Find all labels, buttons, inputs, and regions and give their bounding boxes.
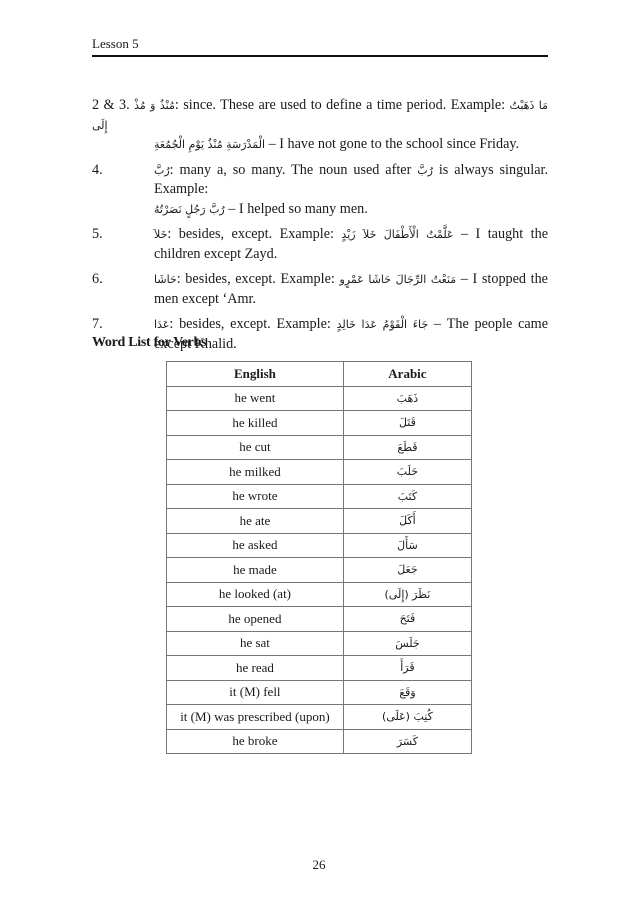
english-cell: he opened xyxy=(166,606,344,632)
arabic-term-inline: رُبَّ xyxy=(417,163,433,177)
arabic-cell: فَتَحَ xyxy=(342,606,473,632)
table-row: he killed قَتَلَ xyxy=(166,410,473,436)
english-cell: he ate xyxy=(166,508,344,534)
table-row: he asked سَأَلَ xyxy=(166,532,473,558)
item-text: : besides, except. Example: xyxy=(169,316,337,332)
item-text: : many a, so many. The noun used after xyxy=(169,161,418,178)
english-cell: it (M) was prescribed (upon) xyxy=(166,704,344,730)
table-header-row: English Arabic xyxy=(166,361,473,387)
english-cell: he asked xyxy=(166,532,344,558)
translation: – I helped so many men. xyxy=(224,200,368,217)
arabic-example: جَاءَ الْقَوْمُ عَدَا خَالِدٍ xyxy=(336,318,429,331)
arabic-cell: نَظَرَ (إِلَى) xyxy=(342,581,473,607)
translation: – I have not gone to the school since Fr… xyxy=(265,136,520,152)
list-item: 2 & 3. مُنْذُ وَ مُذْ: since. These are … xyxy=(92,96,548,155)
arabic-term: خَلاَ xyxy=(154,228,168,241)
arabic-cell: قَتَلَ xyxy=(342,410,473,436)
arabic-cell: كُتِبَ (عَلَى) xyxy=(342,704,473,730)
table-row: it (M) was prescribed (upon) كُتِبَ (عَلَ… xyxy=(166,704,473,730)
english-cell: he milked xyxy=(166,459,344,485)
table-row: he opened فَتَحَ xyxy=(166,606,473,632)
arabic-cell: أَكَلَ xyxy=(342,508,473,534)
english-cell: he read xyxy=(166,655,344,681)
item-text: : since. These are used to define a time… xyxy=(174,97,510,113)
table-row: he made جَعَلَ xyxy=(166,557,473,583)
table-row: he cut قَطَعَ xyxy=(166,434,473,460)
arabic-example: مَنَعْتُ الرِّجَالَ حَاشَا عَمْرٍو xyxy=(339,273,457,286)
table-row: he went ذَهَبَ xyxy=(166,385,473,411)
list-item: 5. خَلاَ: besides, except. Example: عَلَ… xyxy=(92,225,548,264)
arabic-example: عَلَّمْتُ الْأَطْفَالَ خَلاَ زَيْدٍ xyxy=(341,228,454,241)
item-number: 7. xyxy=(92,316,103,332)
arabic-cell: كَتَبَ xyxy=(342,483,473,509)
arabic-term: رُبَّ xyxy=(154,163,170,177)
table-row: he looked (at) نَظَرَ (إِلَى) xyxy=(166,581,473,607)
item-text: : besides, except. Example: xyxy=(176,271,340,287)
arabic-cell: سَأَلَ xyxy=(342,532,473,558)
item-number: 4. xyxy=(92,161,103,178)
arabic-cell: جَلَسَ xyxy=(342,630,473,656)
table-row: he milked حَلَبَ xyxy=(166,459,473,485)
english-cell: he cut xyxy=(166,434,344,460)
english-cell: he broke xyxy=(166,728,344,754)
arabic-example: الْمَدْرَسَةِ مُنْذُ يَوْمِ الْجُمُعَةِ xyxy=(154,138,266,151)
english-cell: he killed xyxy=(166,410,344,436)
arabic-cell: كَسَرَ xyxy=(342,728,473,754)
arabic-cell: قَرَأَ xyxy=(342,655,473,681)
table-row: he ate أَكَلَ xyxy=(166,508,473,534)
particle-list: 2 & 3. مُنْذُ وَ مُذْ: since. These are … xyxy=(92,96,548,354)
english-cell: he went xyxy=(166,385,344,411)
english-cell: he wrote xyxy=(166,483,344,509)
item-number: 2 & 3. xyxy=(92,97,130,113)
list-item: 6. حَاشَا: besides, except. Example: مَن… xyxy=(92,270,548,309)
arabic-example: رُبَّ رَجُلٍ نَصَرْتُهُ xyxy=(154,202,225,216)
arabic-term: عَدَا xyxy=(154,318,170,331)
arabic-cell: وَقَعَ xyxy=(342,679,473,705)
english-cell: he looked (at) xyxy=(166,581,344,607)
arabic-cell: ذَهَبَ xyxy=(342,385,473,411)
item-number: 6. xyxy=(92,271,103,287)
section-title: Word List for Verbs xyxy=(92,335,207,350)
arabic-term: مُنْذُ وَ مُذْ xyxy=(134,99,175,112)
arabic-term: حَاشَا xyxy=(154,273,177,286)
arabic-cell: حَلَبَ xyxy=(342,459,473,485)
table-row: he read قَرَأَ xyxy=(166,655,473,681)
english-cell: he sat xyxy=(166,630,344,656)
page-number: 26 xyxy=(312,857,326,872)
table-row: it (M) fell وَقَعَ xyxy=(166,679,473,705)
column-header-arabic: Arabic xyxy=(342,361,473,387)
arabic-cell: قَطَعَ xyxy=(342,434,473,460)
item-text: : besides, except. Example: xyxy=(167,226,342,242)
table-row: he broke كَسَرَ xyxy=(166,728,473,754)
column-header-english: English xyxy=(166,361,344,387)
arabic-cell: جَعَلَ xyxy=(342,557,473,583)
header-rule xyxy=(92,55,548,57)
table-row: he wrote كَتَبَ xyxy=(166,483,473,509)
verb-word-table: English Arabic he went ذَهَبَ he killed قَت… xyxy=(166,361,473,754)
item-number: 5. xyxy=(92,226,103,242)
english-cell: it (M) fell xyxy=(166,679,344,705)
table-row: he sat جَلَسَ xyxy=(166,630,473,656)
page-header-title: Lesson 5 xyxy=(92,36,139,51)
list-item: 4. رُبَّ: many a, so many. The noun used… xyxy=(92,161,548,220)
english-cell: he made xyxy=(166,557,344,583)
